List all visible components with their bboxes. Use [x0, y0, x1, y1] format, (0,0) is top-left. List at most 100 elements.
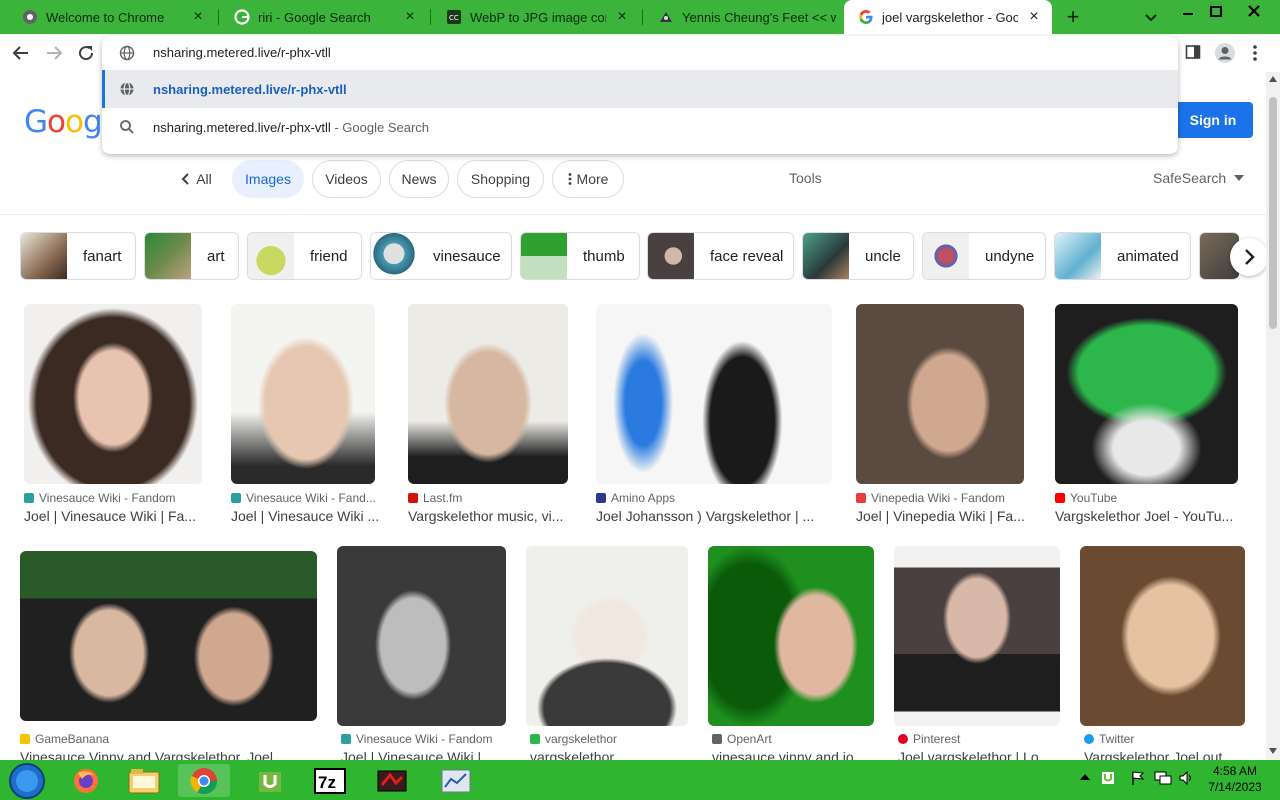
taskbar-7zip[interactable]: 7z: [304, 764, 356, 797]
close-window-button[interactable]: [1234, 0, 1274, 22]
filter-news[interactable]: News: [389, 160, 449, 198]
result-thumbnail[interactable]: [894, 546, 1060, 726]
chip-thumbnail: [248, 233, 294, 279]
chip-label: art: [207, 247, 225, 265]
tab-yennis[interactable]: Yennis Cheung's Feet << w: [644, 0, 840, 34]
taskbar-file-explorer[interactable]: [118, 764, 170, 797]
new-tab-button[interactable]: +: [1062, 4, 1084, 29]
tools-button[interactable]: Tools: [789, 170, 822, 186]
scrollbar-thumb[interactable]: [1269, 97, 1277, 329]
feet-icon: [660, 12, 672, 22]
tab-strip: Welcome to Chrome × riri - Google Search…: [0, 0, 1280, 34]
related-chip-fanart[interactable]: fanart: [20, 232, 136, 280]
profile-avatar-icon[interactable]: [1214, 42, 1236, 64]
result-source: Vinepedia Wiki - Fandom: [856, 491, 1005, 505]
close-icon[interactable]: ×: [1026, 9, 1042, 25]
related-next-button[interactable]: [1230, 238, 1268, 276]
google-logo[interactable]: Googl: [24, 104, 110, 140]
fandom-icon: [341, 734, 351, 744]
chip-label: animated: [1117, 247, 1179, 265]
reload-button[interactable]: [74, 41, 98, 65]
safesearch-button[interactable]: SafeSearch: [1153, 170, 1245, 186]
tab-separator: [430, 9, 431, 25]
related-chip-thumb[interactable]: thumb: [520, 232, 640, 280]
result-title[interactable]: Joel | Vinepedia Wiki | Fa...: [856, 508, 1026, 524]
chip-label: fanart: [83, 247, 122, 265]
result-title[interactable]: Vargskelethor Joel - YouTu...: [1055, 508, 1245, 524]
forward-button[interactable]: [42, 41, 66, 65]
taskbar-media-app[interactable]: [366, 764, 418, 797]
close-icon[interactable]: ×: [190, 9, 206, 25]
result-thumbnail[interactable]: [408, 304, 568, 484]
flag-icon[interactable]: [1130, 770, 1146, 786]
utorrent-tray-icon[interactable]: [1100, 770, 1116, 786]
tab-riri-search[interactable]: riri - Google Search ×: [220, 0, 428, 34]
taskbar-network-monitor[interactable]: [430, 764, 482, 797]
tab-joel-search[interactable]: joel vargskelethor - Google ×: [844, 0, 1052, 34]
start-button[interactable]: [2, 762, 52, 799]
firefox-icon: [74, 768, 98, 793]
related-chip-vinesauce[interactable]: vinesauce: [370, 232, 512, 280]
maximize-button[interactable]: [1200, 0, 1232, 22]
filter-shopping[interactable]: Shopping: [457, 160, 544, 198]
sign-in-button[interactable]: Sign in: [1173, 102, 1253, 138]
scroll-down-icon[interactable]: [1269, 748, 1277, 754]
close-icon[interactable]: ×: [614, 9, 630, 25]
side-panel-icon[interactable]: [1185, 44, 1201, 60]
related-chip-face-reveal[interactable]: face reveal: [647, 232, 794, 280]
related-chip-friend[interactable]: friend: [247, 232, 362, 280]
result-thumbnail[interactable]: [337, 546, 506, 726]
result-thumbnail[interactable]: [596, 304, 832, 484]
tab-webp-converter[interactable]: CC WebP to JPG image conve ×: [432, 0, 640, 34]
source-name: Pinterest: [913, 732, 961, 746]
result-source: vargskelethor: [530, 732, 617, 746]
system-clock[interactable]: 4:58 AM 7/14/2023: [1200, 763, 1270, 795]
kebab-menu-icon[interactable]: [1252, 44, 1258, 62]
result-thumbnail[interactable]: [1055, 304, 1238, 484]
amino-icon: [596, 493, 606, 503]
result-thumbnail[interactable]: [24, 304, 202, 484]
result-source: Twitter: [1084, 732, 1134, 746]
related-chip-animated[interactable]: animated: [1054, 232, 1191, 280]
source-name: Vinesauce Wiki - Fandom: [39, 491, 176, 505]
result-title[interactable]: Joel Johansson ) Vargskelethor | ...: [596, 508, 826, 524]
filter-videos[interactable]: Videos: [312, 160, 381, 198]
tray-expand-icon[interactable]: [1080, 772, 1090, 780]
close-icon[interactable]: ×: [402, 9, 418, 25]
tab-welcome[interactable]: Welcome to Chrome ×: [8, 0, 216, 34]
taskbar-chrome[interactable]: [178, 764, 230, 797]
tab-title: Yennis Cheung's Feet << w: [682, 9, 836, 25]
result-thumbnail[interactable]: [20, 551, 317, 721]
related-chip-uncle[interactable]: uncle: [802, 232, 914, 280]
selection-indicator: [102, 70, 105, 108]
address-input[interactable]: nsharing.metered.live/r-phx-vtll: [153, 45, 331, 60]
result-thumbnail[interactable]: [231, 304, 375, 484]
result-thumbnail[interactable]: [1080, 546, 1245, 726]
result-thumbnail[interactable]: [708, 546, 874, 726]
taskbar-utorrent[interactable]: [244, 764, 296, 797]
filter-more[interactable]: More: [552, 160, 624, 198]
network-icon[interactable]: [1154, 770, 1172, 786]
result-title[interactable]: Joel | Vinesauce Wiki ...: [231, 508, 383, 524]
related-chip-undyne[interactable]: undyne: [922, 232, 1046, 280]
address-bar[interactable]: nsharing.metered.live/r-phx-vtll: [102, 36, 1178, 70]
google-icon: [234, 9, 250, 25]
result-title[interactable]: Vargskelethor music, vi...: [408, 508, 568, 524]
result-title[interactable]: Joel | Vinesauce Wiki | Fa...: [24, 508, 202, 524]
result-thumbnail[interactable]: [856, 304, 1024, 484]
volume-icon[interactable]: [1178, 770, 1194, 786]
omnibox-suggestion-search[interactable]: nsharing.metered.live/r-phx-vtll - Googl…: [102, 108, 1178, 146]
filter-all[interactable]: All: [168, 160, 224, 198]
taskbar-firefox[interactable]: [60, 764, 112, 797]
vertical-scrollbar[interactable]: [1266, 72, 1280, 760]
back-button[interactable]: [9, 41, 33, 65]
svg-text:7z: 7z: [318, 773, 336, 792]
result-source: Last.fm: [408, 491, 462, 505]
scroll-up-icon[interactable]: [1269, 76, 1277, 82]
chevron-down-icon[interactable]: [1141, 7, 1161, 27]
omnibox-suggestion-url[interactable]: nsharing.metered.live/r-phx-vtll: [102, 70, 1178, 108]
chip-thumbnail: [21, 233, 67, 279]
related-chip-art[interactable]: art: [144, 232, 239, 280]
result-thumbnail[interactable]: [526, 546, 688, 726]
filter-images[interactable]: Images: [232, 160, 304, 198]
